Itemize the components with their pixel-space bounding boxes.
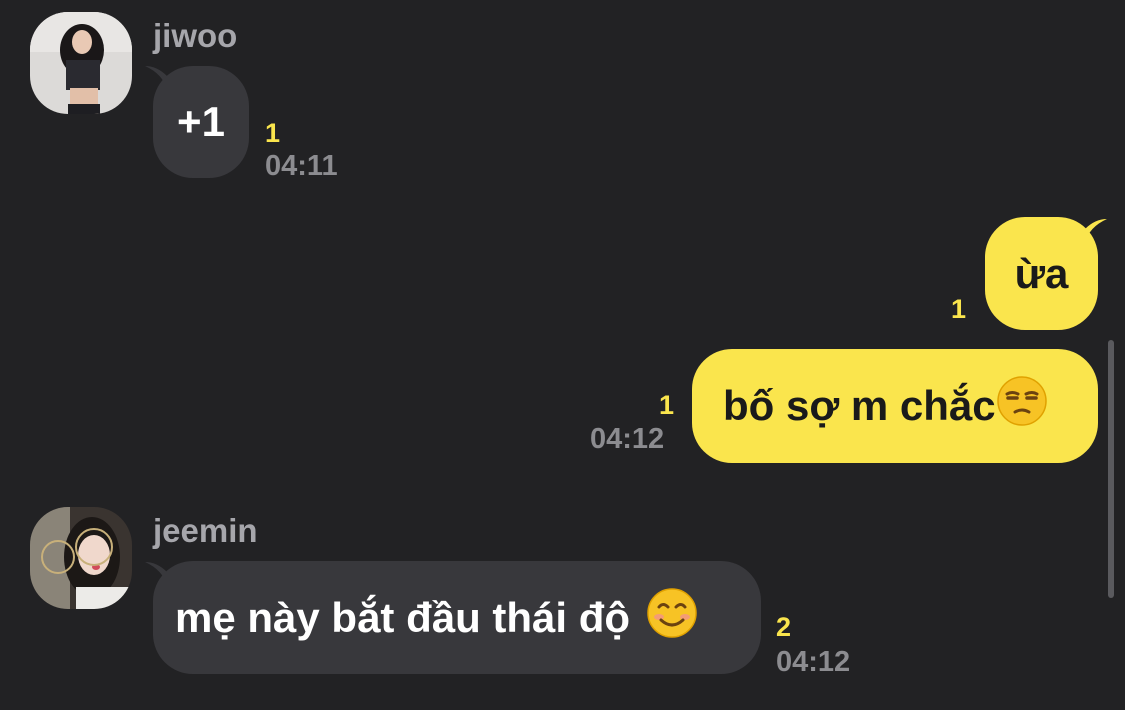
message-bubble-jeemin-1[interactable]: mẹ này bắt đầu thái độ (153, 561, 761, 674)
message-text: +1 (177, 98, 225, 145)
sender-name-jeemin: jeemin (153, 512, 258, 549)
unread-count: 2 (776, 612, 792, 642)
unamused-face-icon (996, 375, 1048, 437)
unread-count: 1 (265, 118, 281, 148)
smiling-face-icon (646, 587, 698, 649)
message-timestamp: 04:11 (265, 150, 338, 182)
unread-count: 1 (659, 390, 675, 420)
scrollbar[interactable] (1108, 340, 1114, 598)
message-timestamp: 04:12 (590, 423, 665, 455)
message-timestamp: 04:12 (776, 646, 851, 678)
message-bubble-jiwoo-1[interactable]: +1 (153, 66, 249, 178)
message-text: mẹ này bắt đầu thái độ (175, 593, 631, 641)
sender-name-jiwoo: jiwoo (153, 17, 238, 54)
avatar-jeemin[interactable] (30, 507, 132, 609)
message-text: bố sợ m chắc (723, 382, 996, 429)
message-bubble-outgoing-2[interactable]: bố sợ m chắc (692, 349, 1098, 463)
message-bubble-outgoing-1[interactable]: ừa (985, 217, 1098, 330)
message-text: ừa (1014, 249, 1069, 297)
unread-count: 1 (951, 294, 967, 324)
avatar-jiwoo[interactable] (30, 12, 132, 114)
